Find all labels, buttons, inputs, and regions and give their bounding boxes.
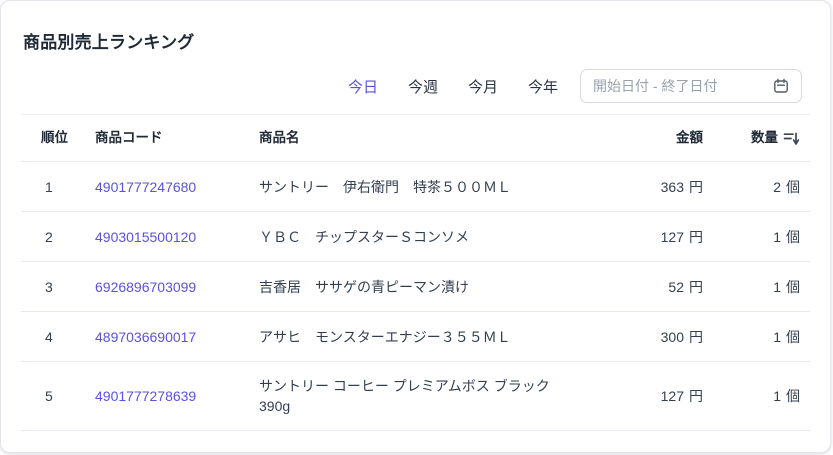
quantity-unit: 個 [786, 388, 800, 404]
rank-value: 4 [45, 328, 53, 345]
table-row: 3 6926896703099 吉香居 ササゲの青ピーマン漬け 52 円 1 個 [21, 262, 810, 312]
rank-value: 5 [45, 388, 53, 404]
amount-unit: 円 [689, 388, 703, 404]
quantity-value: 1個 [773, 228, 800, 245]
product-name: サントリー 伊右衛門 特茶５００ＭＬ [259, 178, 511, 195]
table-row: 2 4903015500120 ＹＢＣ チップスターＳコンソメ 127 円 1 個 [21, 212, 810, 262]
amount-unit: 円 [689, 178, 703, 195]
table-header-row: 順位 商品コード 商品名 金額 数量 [21, 115, 810, 162]
header-quantity[interactable]: 数量 [715, 128, 810, 148]
product-name: サントリー コーヒー プレミアムボス ブラック 390g [259, 378, 550, 414]
date-range-placeholder: 開始日付 - 終了日付 [593, 78, 718, 94]
tab-period-3[interactable]: 今年 [528, 76, 558, 97]
product-code-link[interactable]: 6926896703099 [95, 279, 196, 295]
date-range-picker[interactable]: 開始日付 - 終了日付 [580, 69, 802, 103]
rank-value: 1 [45, 178, 53, 195]
header-quantity-label: 数量 [751, 130, 778, 145]
quantity-value: 1個 [773, 278, 800, 295]
product-code-link[interactable]: 4897036690017 [95, 329, 196, 345]
table-row: 1 4901777247680 サントリー 伊右衛門 特茶５００ＭＬ 363 円 2 個 [21, 162, 810, 212]
table-body: 1 4901777247680 サントリー 伊右衛門 特茶５００ＭＬ 363 円 2 個 2 4… [21, 162, 810, 431]
amount-value: 127 円 [660, 388, 703, 404]
product-name: 吉香居 ササゲの青ピーマン漬け [259, 278, 469, 295]
product-name: アサヒ モンスターエナジー３５５ＭＬ [259, 328, 511, 345]
amount-value: 52 円 [668, 278, 703, 295]
rank-value: 2 [45, 228, 53, 245]
quantity-value: 1個 [773, 388, 800, 404]
tab-period-1[interactable]: 今週 [408, 76, 438, 97]
header-code: 商品コード [95, 130, 163, 145]
amount-value: 300 円 [660, 328, 703, 345]
quantity-unit: 個 [786, 278, 800, 295]
amount-value: 363 円 [660, 178, 703, 195]
tab-period-2[interactable]: 今月 [468, 76, 498, 97]
table-row: 4 4897036690017 アサヒ モンスターエナジー３５５ＭＬ 300 円 1 個 [21, 312, 810, 362]
header-amount: 金額 [676, 130, 703, 145]
product-code-link[interactable]: 4901777278639 [95, 388, 196, 404]
filter-row: 今日 今週 今月 今年 開始日付 - 終了日付 [1, 68, 830, 104]
rank-value: 3 [45, 278, 53, 295]
product-code-link[interactable]: 4901777247680 [95, 179, 196, 195]
header-rank: 順位 [41, 130, 68, 145]
sales-ranking-card: 商品別売上ランキング 今日 今週 今月 今年 開始日付 - 終了日付 順位 商品コード… [0, 0, 831, 453]
table-row: 5 4901777278639 サントリー コーヒー プレミアムボス ブラック 39… [21, 362, 810, 431]
amount-unit: 円 [689, 278, 703, 295]
product-code-link[interactable]: 4903015500120 [95, 229, 196, 245]
calendar-icon[interactable] [773, 78, 789, 94]
amount-unit: 円 [689, 328, 703, 345]
header-name: 商品名 [259, 130, 300, 145]
tab-period-0[interactable]: 今日 [348, 76, 378, 97]
quantity-value: 1個 [773, 328, 800, 345]
amount-value: 127 円 [660, 228, 703, 245]
ranking-table: 順位 商品コード 商品名 金額 数量 1 4901777247680 サントリー 伊… [21, 114, 810, 431]
quantity-unit: 個 [786, 178, 800, 195]
quantity-unit: 個 [786, 328, 800, 345]
quantity-value: 2個 [773, 178, 800, 195]
period-tabs: 今日 今週 今月 今年 [348, 76, 558, 97]
sort-descending-icon[interactable] [783, 131, 800, 146]
page-title: 商品別売上ランキング [23, 33, 195, 52]
product-name: ＹＢＣ チップスターＳコンソメ [259, 228, 469, 245]
amount-unit: 円 [689, 228, 703, 245]
quantity-unit: 個 [786, 228, 800, 245]
